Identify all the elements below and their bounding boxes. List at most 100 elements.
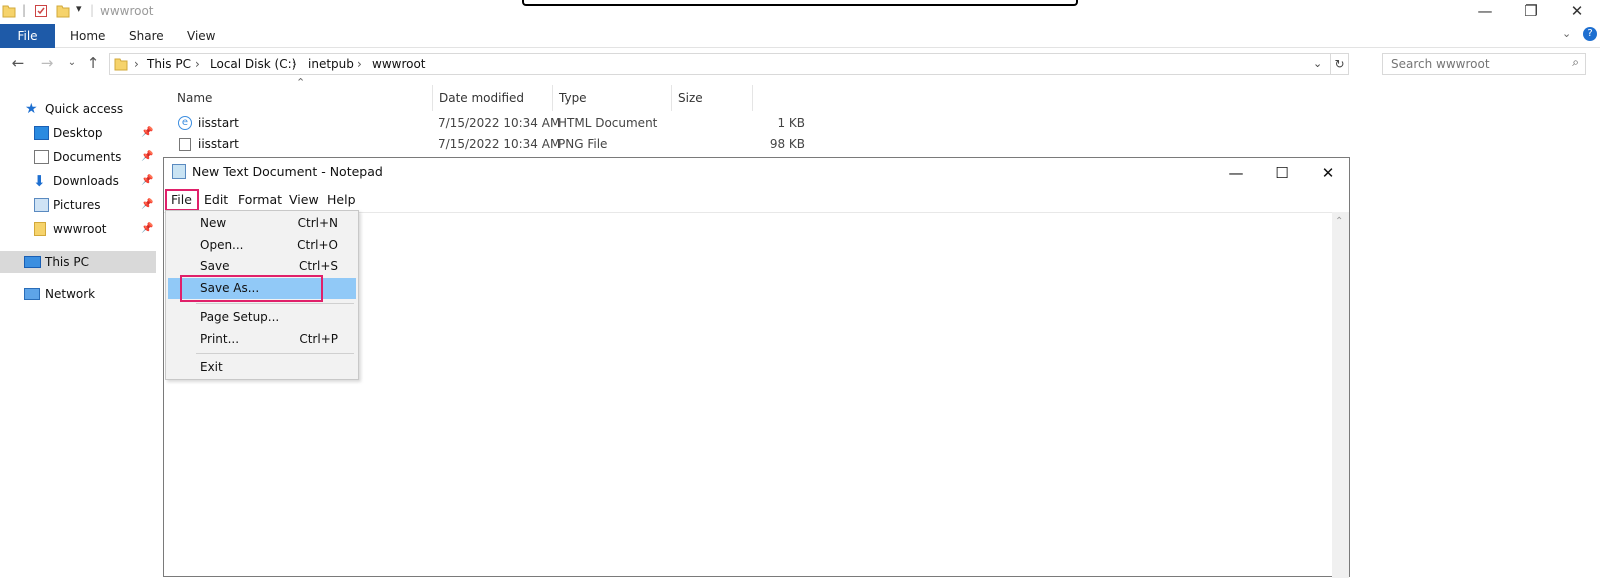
column-name[interactable]: Name — [171, 85, 433, 111]
nav-item-wwwroot[interactable]: wwwroot 📌 — [0, 218, 156, 240]
menu-item-open[interactable]: Open... Ctrl+O — [168, 235, 356, 256]
notepad-title: New Text Document - Notepad — [192, 164, 383, 179]
separator: | — [22, 3, 27, 17]
minimize-button[interactable]: — — [1462, 0, 1508, 24]
file-size: 98 KB — [769, 137, 805, 151]
nav-quick-access-label: Quick access — [45, 102, 124, 116]
menu-item-new[interactable]: New Ctrl+N — [168, 213, 356, 234]
pin-icon[interactable]: 📌 — [141, 122, 153, 144]
address-dropdown-icon[interactable]: ⌄ — [1313, 57, 1322, 70]
explorer-title-bar: | ▾ | wwwroot — ❐ ✕ — [0, 0, 1600, 24]
column-size[interactable]: Size — [672, 85, 753, 111]
file-name: iisstart — [198, 137, 239, 151]
notepad-maximize-button[interactable]: ☐ — [1259, 160, 1305, 188]
pin-icon[interactable]: 📌 — [141, 218, 153, 240]
nav-item-desktop[interactable]: Desktop 📌 — [0, 122, 156, 144]
back-arrow-icon[interactable]: ← — [9, 54, 27, 72]
new-folder-icon[interactable] — [56, 4, 70, 18]
customize-toolbar-icon[interactable]: ▾ — [76, 2, 82, 15]
nav-this-pc-label: This PC — [45, 255, 89, 269]
menu-separator — [196, 303, 354, 304]
notepad-minimize-button[interactable]: — — [1213, 160, 1259, 188]
menu-format[interactable]: Format — [238, 190, 282, 210]
breadcrumb-separator: › — [357, 57, 362, 71]
close-button[interactable]: ✕ — [1554, 0, 1600, 24]
up-arrow-icon[interactable]: ↑ — [84, 54, 102, 72]
download-arrow-icon: ⬇ — [33, 172, 46, 190]
search-input[interactable] — [1383, 54, 1553, 74]
breadcrumb-inetpub[interactable]: inetpub — [308, 57, 354, 71]
tab-file[interactable]: File — [0, 24, 55, 48]
pictures-icon — [34, 198, 49, 212]
nav-item-pictures[interactable]: Pictures 📌 — [0, 194, 156, 216]
file-type: PNG File — [558, 137, 608, 151]
scroll-up-icon[interactable]: ⌃ — [1335, 216, 1343, 227]
network-icon — [24, 288, 40, 300]
file-type: HTML Document — [558, 116, 658, 130]
breadcrumb-separator: › — [292, 57, 297, 71]
expand-ribbon-icon[interactable]: ⌄ — [1562, 27, 1571, 40]
file-date: 7/15/2022 10:34 AM — [438, 137, 561, 151]
tab-view[interactable]: View — [187, 24, 215, 48]
pin-icon[interactable]: 📌 — [141, 194, 153, 216]
annotation-box — [522, 0, 1078, 6]
pin-icon[interactable]: 📌 — [141, 146, 153, 168]
pin-icon[interactable]: 📌 — [141, 170, 153, 192]
documents-icon — [34, 150, 49, 164]
notepad-icon — [172, 164, 186, 179]
menu-separator — [196, 353, 354, 354]
file-name: iisstart — [198, 116, 239, 130]
breadcrumb-separator: › — [195, 57, 200, 71]
computer-icon — [24, 256, 41, 268]
properties-icon[interactable] — [34, 4, 48, 18]
nav-this-pc[interactable]: This PC — [0, 251, 156, 273]
folder-icon — [34, 222, 46, 236]
address-bar[interactable]: › This PC › Local Disk (C:) › inetpub › … — [109, 53, 1349, 75]
breadcrumb-this-pc[interactable]: This PC — [147, 57, 191, 71]
nav-item-documents[interactable]: Documents 📌 — [0, 146, 156, 168]
menu-item-page-setup[interactable]: Page Setup... — [168, 307, 356, 328]
search-box[interactable]: ⌕ — [1382, 53, 1586, 75]
tab-share[interactable]: Share — [129, 24, 164, 48]
forward-arrow-icon[interactable]: → — [38, 54, 56, 72]
breadcrumb-separator: › — [134, 57, 139, 71]
breadcrumb-local-disk[interactable]: Local Disk (C:) — [210, 57, 296, 71]
menu-view[interactable]: View — [289, 190, 319, 210]
menu-item-print[interactable]: Print... Ctrl+P — [168, 329, 356, 350]
restore-button[interactable]: ❐ — [1508, 0, 1554, 24]
menu-file[interactable]: File — [165, 189, 199, 211]
nav-quick-access[interactable]: ★ Quick access — [0, 98, 156, 120]
file-date: 7/15/2022 10:34 AM — [438, 116, 561, 130]
search-icon[interactable]: ⌕ — [1572, 55, 1579, 70]
html-file-icon: e — [178, 116, 192, 130]
nav-network-label: Network — [45, 287, 96, 301]
nav-item-downloads[interactable]: ⬇ Downloads 📌 — [0, 170, 156, 192]
file-size: 1 KB — [777, 116, 805, 130]
window-title: wwwroot — [100, 4, 154, 18]
tab-home[interactable]: Home — [70, 24, 105, 48]
help-icon[interactable]: ? — [1583, 27, 1597, 41]
table-row[interactable]: iisstart 7/15/2022 10:34 AM PNG File 98 … — [160, 134, 1360, 155]
column-type[interactable]: Type — [553, 85, 672, 111]
menu-item-save[interactable]: Save Ctrl+S — [168, 256, 356, 277]
annotation-highlight-box — [180, 275, 323, 302]
folder-icon — [114, 58, 128, 71]
separator: | — [90, 3, 95, 17]
breadcrumb-wwwroot[interactable]: wwwroot — [372, 57, 426, 71]
png-file-icon — [179, 138, 191, 151]
recent-locations-icon[interactable]: ⌄ — [63, 54, 81, 72]
desktop-icon — [34, 126, 49, 140]
folder-icon — [2, 5, 16, 18]
star-icon: ★ — [25, 101, 38, 117]
notepad-close-button[interactable]: ✕ — [1305, 160, 1351, 188]
refresh-icon[interactable]: ↻ — [1330, 54, 1348, 74]
file-menu-dropdown: New Ctrl+N Open... Ctrl+O Save Ctrl+S Sa… — [165, 210, 359, 380]
table-row[interactable]: e iisstart 7/15/2022 10:34 AM HTML Docum… — [160, 113, 1360, 134]
menu-edit[interactable]: Edit — [204, 190, 228, 210]
nav-network[interactable]: Network — [0, 283, 156, 305]
column-date-modified[interactable]: Date modified — [433, 85, 553, 111]
menu-item-exit[interactable]: Exit — [168, 357, 356, 378]
vertical-scrollbar[interactable]: ⌃ — [1332, 212, 1349, 578]
menu-help[interactable]: Help — [327, 190, 356, 210]
ribbon — [0, 24, 1600, 48]
